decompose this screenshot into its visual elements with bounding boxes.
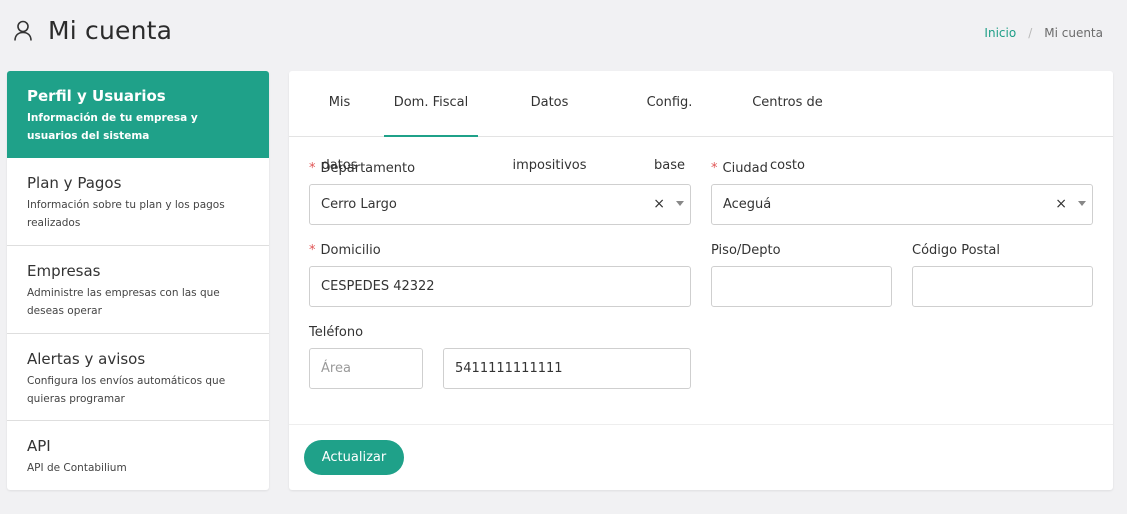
required-marker: * — [309, 161, 316, 176]
ciudad-select[interactable]: Aceguá × — [711, 184, 1093, 225]
sidebar-item-plan-pagos[interactable]: Plan y Pagos Información sobre tu plan y… — [7, 158, 269, 246]
required-marker: * — [711, 161, 718, 176]
required-marker: * — [309, 243, 316, 258]
tab-config-base[interactable]: Config. base — [630, 71, 709, 173]
ciudad-value: Aceguá — [723, 197, 772, 212]
piso-depto-label: Piso/Depto — [711, 243, 781, 258]
domicilio-label: * Domicilio — [309, 243, 381, 258]
user-icon — [13, 20, 33, 42]
piso-depto-input[interactable] — [711, 266, 892, 307]
breadcrumb-current: Mi cuenta — [1044, 26, 1103, 40]
telefono-number-value: 5411111111111 — [455, 361, 563, 376]
update-button[interactable]: Actualizar — [304, 440, 404, 475]
codigo-postal-input[interactable] — [912, 266, 1093, 307]
sidebar-item-title: Alertas y avisos — [27, 350, 146, 368]
sidebar-item-perfil-usuarios[interactable]: Perfil y Usuarios Información de tu empr… — [7, 71, 269, 158]
clear-icon[interactable]: × — [1055, 185, 1067, 224]
account-sidebar: Perfil y Usuarios Información de tu empr… — [7, 71, 269, 490]
clear-icon[interactable]: × — [653, 185, 665, 224]
sidebar-item-alertas-avisos[interactable]: Alertas y avisos Configura los envíos au… — [7, 334, 269, 421]
ciudad-label: * Ciudad — [711, 161, 768, 176]
account-tabs: Mis datos Dom. Fiscal Datos impositivos … — [289, 71, 1113, 173]
departamento-select[interactable]: Cerro Largo × — [309, 184, 691, 225]
breadcrumb-home-link[interactable]: Inicio — [984, 26, 1016, 40]
telefono-area-input[interactable]: Área — [309, 348, 423, 389]
breadcrumb: Inicio / Mi cuenta — [984, 26, 1103, 40]
tab-mis-datos[interactable]: Mis datos — [309, 71, 370, 173]
caret-down-icon[interactable] — [1078, 201, 1086, 206]
breadcrumb-separator: / — [1028, 26, 1033, 40]
telefono-area-placeholder: Área — [321, 361, 351, 376]
sidebar-item-title: Perfil y Usuarios — [27, 87, 166, 105]
caret-down-icon[interactable] — [676, 201, 684, 206]
tab-dom-fiscal[interactable]: Dom. Fiscal — [384, 71, 478, 137]
sidebar-item-title: Plan y Pagos — [27, 174, 122, 192]
departamento-value: Cerro Largo — [321, 197, 397, 212]
tab-datos-impositivos[interactable]: Datos impositivos — [493, 71, 606, 173]
form-footer-divider — [289, 424, 1113, 425]
sidebar-item-api[interactable]: API API de Contabilium — [7, 421, 269, 490]
sidebar-item-empresas[interactable]: Empresas Administre las empresas con las… — [7, 246, 269, 334]
sidebar-item-title: Empresas — [27, 262, 101, 280]
telefono-label: Teléfono — [309, 325, 364, 340]
domicilio-value: CESPEDES 42322 — [321, 279, 435, 294]
sidebar-item-title: API — [27, 437, 51, 455]
sidebar-item-description: Información de tu empresa y usuarios del… — [27, 112, 198, 142]
sidebar-item-description: Configura los envíos automáticos que qui… — [27, 375, 226, 405]
page-title: Mi cuenta — [48, 16, 173, 45]
sidebar-item-description: Administre las empresas con las que dese… — [27, 287, 220, 317]
codigo-postal-label: Código Postal — [912, 243, 1001, 258]
sidebar-item-description: API de Contabilium — [27, 462, 127, 474]
telefono-number-input[interactable]: 5411111111111 — [443, 348, 691, 389]
domicilio-input[interactable]: CESPEDES 42322 — [309, 266, 691, 307]
departamento-label: * Departamento — [309, 161, 416, 176]
page-header: Mi cuenta Inicio / Mi cuenta — [0, 0, 1127, 64]
sidebar-item-description: Información sobre tu plan y los pagos re… — [27, 199, 225, 229]
fiscal-address-panel: Mis datos Dom. Fiscal Datos impositivos … — [289, 71, 1113, 490]
tab-centros-costo[interactable]: Centros de costo — [733, 71, 842, 173]
